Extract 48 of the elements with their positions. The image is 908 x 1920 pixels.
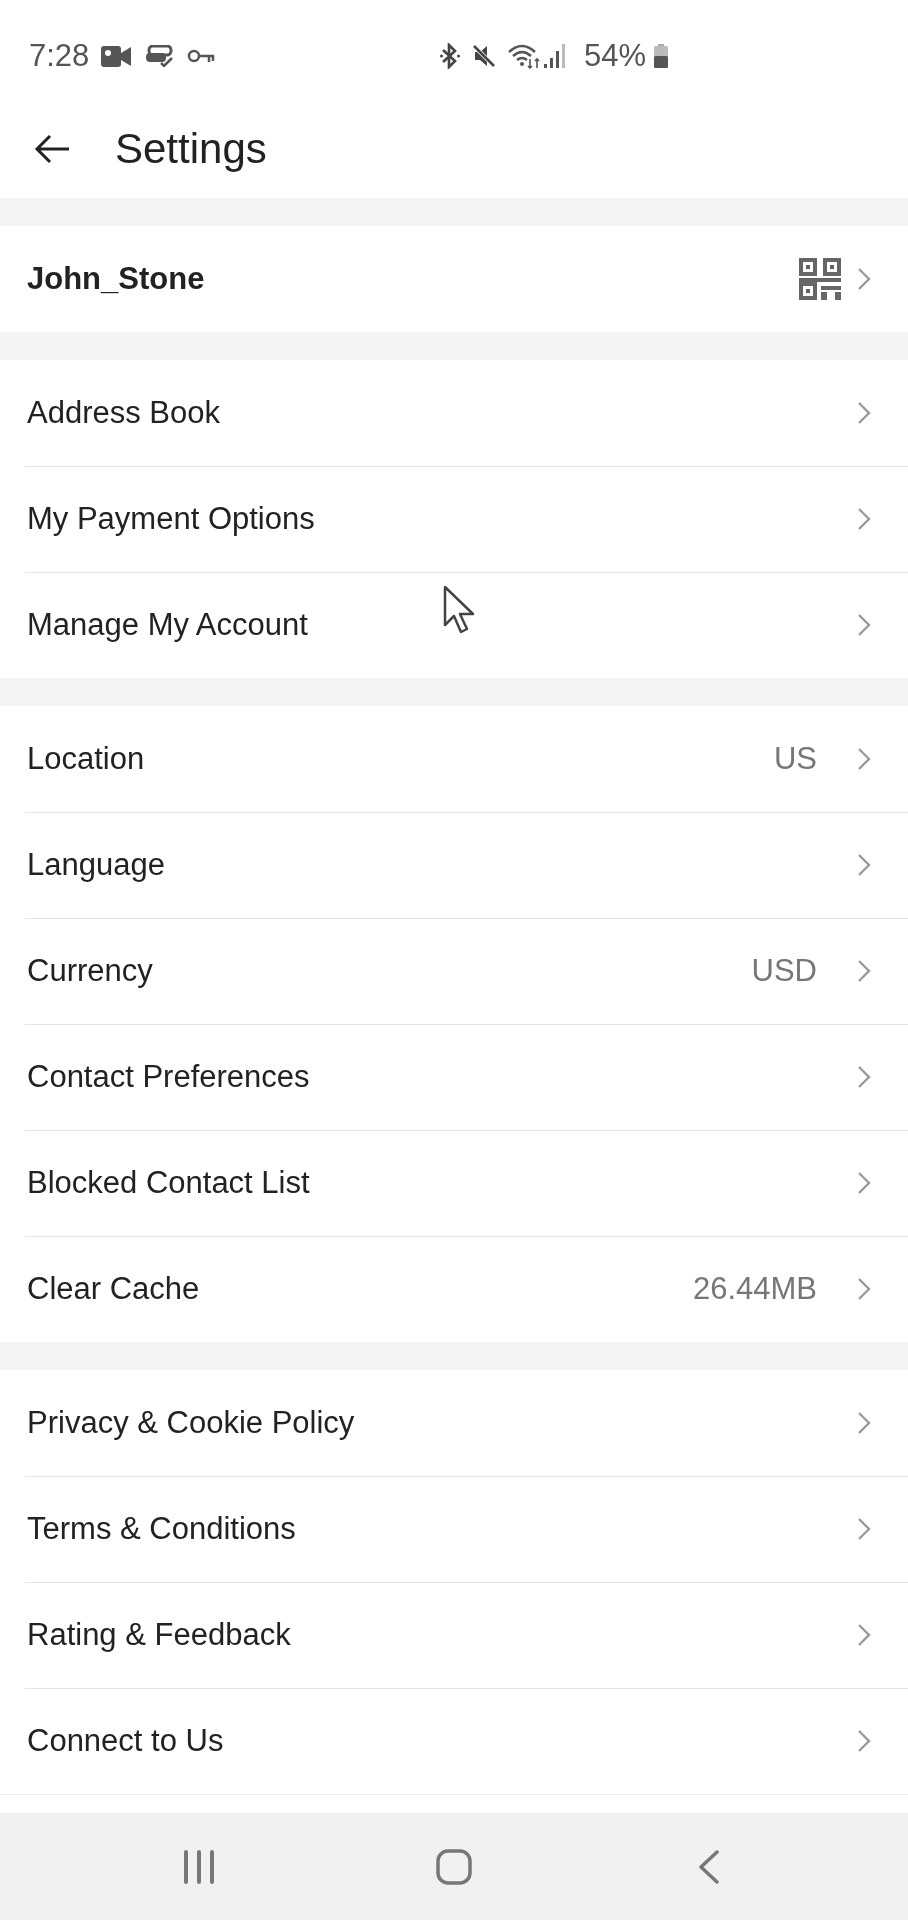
- signal-icon: [543, 44, 566, 68]
- setting-value: US: [773, 741, 817, 777]
- chevron-right-icon: [857, 507, 871, 531]
- settings-item[interactable]: Connect to Us: [0, 1688, 908, 1794]
- back-arrow-icon[interactable]: [34, 134, 70, 164]
- settings-item[interactable]: Location US: [0, 706, 908, 812]
- page-title: Settings: [115, 125, 267, 173]
- qr-code-icon[interactable]: [799, 258, 841, 300]
- chevron-right-icon: [857, 1517, 871, 1541]
- settings-item[interactable]: Manage My Account: [0, 572, 908, 678]
- setting-value: 26.44MB: [692, 1271, 817, 1307]
- cards-check-icon: [145, 45, 174, 67]
- wifi-icon: [507, 43, 540, 69]
- settings-item[interactable]: Currency USD: [0, 918, 908, 1024]
- chevron-right-icon: [857, 959, 871, 983]
- bluetooth-icon: [439, 43, 460, 69]
- chevron-right-icon: [857, 1623, 871, 1647]
- battery-percentage: 54%: [583, 38, 646, 74]
- settings-item[interactable]: Contact Preferences: [0, 1024, 908, 1130]
- settings-item[interactable]: Clear Cache 26.44MB: [0, 1236, 908, 1342]
- settings-item[interactable]: Terms & Conditions: [0, 1476, 908, 1582]
- chevron-right-icon: [857, 1065, 871, 1089]
- recent-apps-icon[interactable]: [183, 1849, 216, 1884]
- muted-speaker-icon: [471, 44, 496, 68]
- settings-item[interactable]: Language: [0, 812, 908, 918]
- profile-row[interactable]: John_Stone: [0, 226, 908, 332]
- chevron-right-icon: [857, 613, 871, 637]
- mouse-pointer-icon: [443, 585, 475, 635]
- chevron-right-icon: [857, 401, 871, 425]
- chevron-right-icon: [857, 1171, 871, 1195]
- battery-icon: [654, 44, 668, 68]
- settings-item[interactable]: My Payment Options: [0, 466, 908, 572]
- chevron-right-icon: [857, 1729, 871, 1753]
- chevron-right-icon: [857, 747, 871, 771]
- chevron-right-icon: [857, 853, 871, 877]
- chevron-right-icon: [857, 267, 871, 291]
- back-icon[interactable]: [697, 1849, 720, 1884]
- home-icon[interactable]: [436, 1848, 472, 1885]
- key-icon: [187, 49, 216, 63]
- chevron-right-icon: [857, 1411, 871, 1435]
- video-camera-icon: [101, 45, 132, 67]
- settings-item[interactable]: Blocked Contact List: [0, 1130, 908, 1236]
- setting-value: USD: [751, 953, 817, 989]
- chevron-right-icon: [857, 1277, 871, 1301]
- settings-item[interactable]: Address Book: [0, 360, 908, 466]
- settings-item[interactable]: Rating & Feedback: [0, 1582, 908, 1688]
- settings-item[interactable]: Privacy & Cookie Policy: [0, 1370, 908, 1476]
- status-time: 7:28: [29, 38, 90, 74]
